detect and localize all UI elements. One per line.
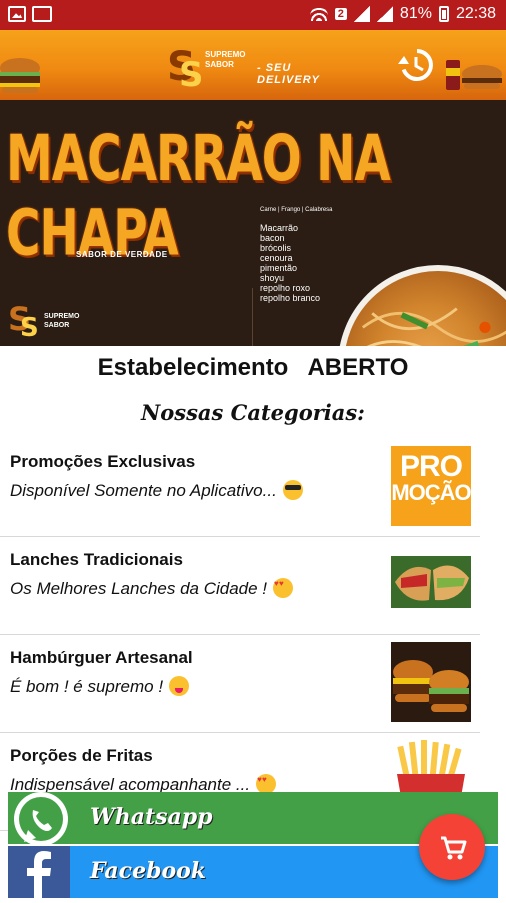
category-description: É bom ! é supremo ! (10, 676, 190, 697)
category-item-lanches[interactable]: Lanches Tradicionais Os Melhores Lanches… (0, 536, 480, 635)
banner-divider (252, 288, 253, 346)
wifi-icon (309, 7, 328, 21)
notification-icons (8, 6, 52, 22)
banner-menu-heading: Carne | Frango | Calabresa (260, 207, 333, 213)
promo-thumb-text1: PRO (399, 450, 463, 483)
burger-icon (0, 58, 40, 93)
sim-badge: 2 (334, 8, 347, 20)
logo-line1: SUPREMO (205, 50, 246, 59)
banner-title: MACARRÃO NA CHAPA (6, 122, 391, 271)
category-item-promocoes[interactable]: Promoções Exclusivas Disponível Somente … (0, 438, 480, 537)
svg-text:S: S (20, 313, 39, 342)
banner-menu-item: pimentão (260, 263, 298, 273)
promo-thumbnail: PRO MOÇÃO (391, 446, 471, 526)
category-description-text: Os Melhores Lanches da Cidade ! (10, 579, 268, 598)
banner-menu-item: Macarrão (260, 223, 299, 233)
banner-logo-line2: SABOR (44, 322, 70, 329)
banner-logo-text: SUPREMO SABOR (44, 312, 79, 330)
facebook-icon (8, 846, 70, 898)
cart-icon (441, 836, 467, 860)
sunglasses-emoji-icon (282, 480, 303, 500)
combo-meal-icon (446, 60, 502, 90)
svg-text:S: S (179, 55, 204, 94)
promo-banner[interactable]: MACARRÃO NA CHAPA SABOR DE VERDADE S S S… (0, 100, 506, 346)
category-description: Os Melhores Lanches da Cidade ! (10, 578, 294, 599)
noodles-icon (361, 307, 506, 346)
yum-emoji-icon (169, 676, 190, 696)
tagline: - SEU DELIVERY (257, 62, 320, 86)
banner-slogan: SABOR DE VERDADE (76, 250, 168, 259)
whatsapp-icon (14, 792, 68, 846)
logo-text: SUPREMO SABOR (205, 50, 245, 70)
burger-thumbnail (391, 642, 471, 722)
heart-eyes-emoji-icon (273, 578, 294, 598)
banner-menu-list: Macarrão bacon brócolis cenoura pimentão… (260, 223, 320, 303)
banner-menu-item: repolho roxo (260, 283, 311, 293)
sandwich-thumbnail (391, 556, 471, 608)
battery-icon (438, 6, 449, 22)
promo-thumb-text2: MOÇÃO (391, 480, 471, 505)
category-item-hamburguer[interactable]: Hambúrguer Artesanal É bom ! é supremo ! (0, 634, 480, 733)
banner-menu-item: brócolis (260, 243, 292, 253)
logo: S S SUPREMO SABOR - SEU DELIVERY (165, 38, 355, 95)
logo-line2: SABOR (205, 60, 234, 69)
cart-button[interactable] (419, 814, 485, 880)
heart-eyes-emoji-icon (256, 774, 277, 794)
status-label: Estabelecimento (97, 354, 289, 381)
banner-logo-icon: S S (8, 300, 39, 343)
category-description-text: É bom ! é supremo ! (10, 677, 164, 696)
category-name: Promoções Exclusivas (10, 452, 196, 471)
categories-heading: Nossas Categorias: (141, 400, 365, 425)
category-name: Porções de Fritas (10, 746, 153, 765)
signal-icon (353, 6, 370, 22)
logo-mark-icon: S S (167, 44, 204, 95)
facebook-label: Facebook (90, 858, 207, 884)
signal-icon-2 (376, 6, 393, 22)
category-name: Hambúrguer Artesanal (10, 648, 193, 667)
banner-logo-line1: SUPREMO (44, 313, 80, 320)
whatsapp-label: Whatsapp (90, 804, 213, 830)
system-indicators: 2 81% 22:38 (309, 5, 496, 23)
establishment-status: Estabelecimento ABERTO (0, 354, 506, 382)
banner-menu-item: shoyu (260, 273, 285, 283)
status-value: ABERTO (307, 354, 409, 381)
image-notification-icon (8, 6, 26, 22)
facebook-f-icon (27, 851, 51, 898)
banner-menu-item: bacon (260, 233, 285, 243)
banner-menu-item: repolho branco (260, 293, 321, 303)
noodle-plate-image (338, 265, 506, 346)
gallery-notification-icon (32, 6, 52, 22)
status-bar: 2 81% 22:38 (0, 0, 506, 30)
history-icon[interactable] (396, 46, 434, 84)
battery-percent: 81% (399, 5, 432, 22)
banner-menu-item: cenoura (260, 253, 293, 263)
category-description: Disponível Somente no Aplicativo... (10, 480, 303, 501)
app-header: S S SUPREMO SABOR - SEU DELIVERY (0, 30, 506, 100)
category-description-text: Disponível Somente no Aplicativo... (10, 481, 277, 500)
banner-logo: S S SUPREMO SABOR (8, 296, 98, 343)
category-name: Lanches Tradicionais (10, 550, 183, 569)
clock: 22:38 (455, 5, 496, 22)
